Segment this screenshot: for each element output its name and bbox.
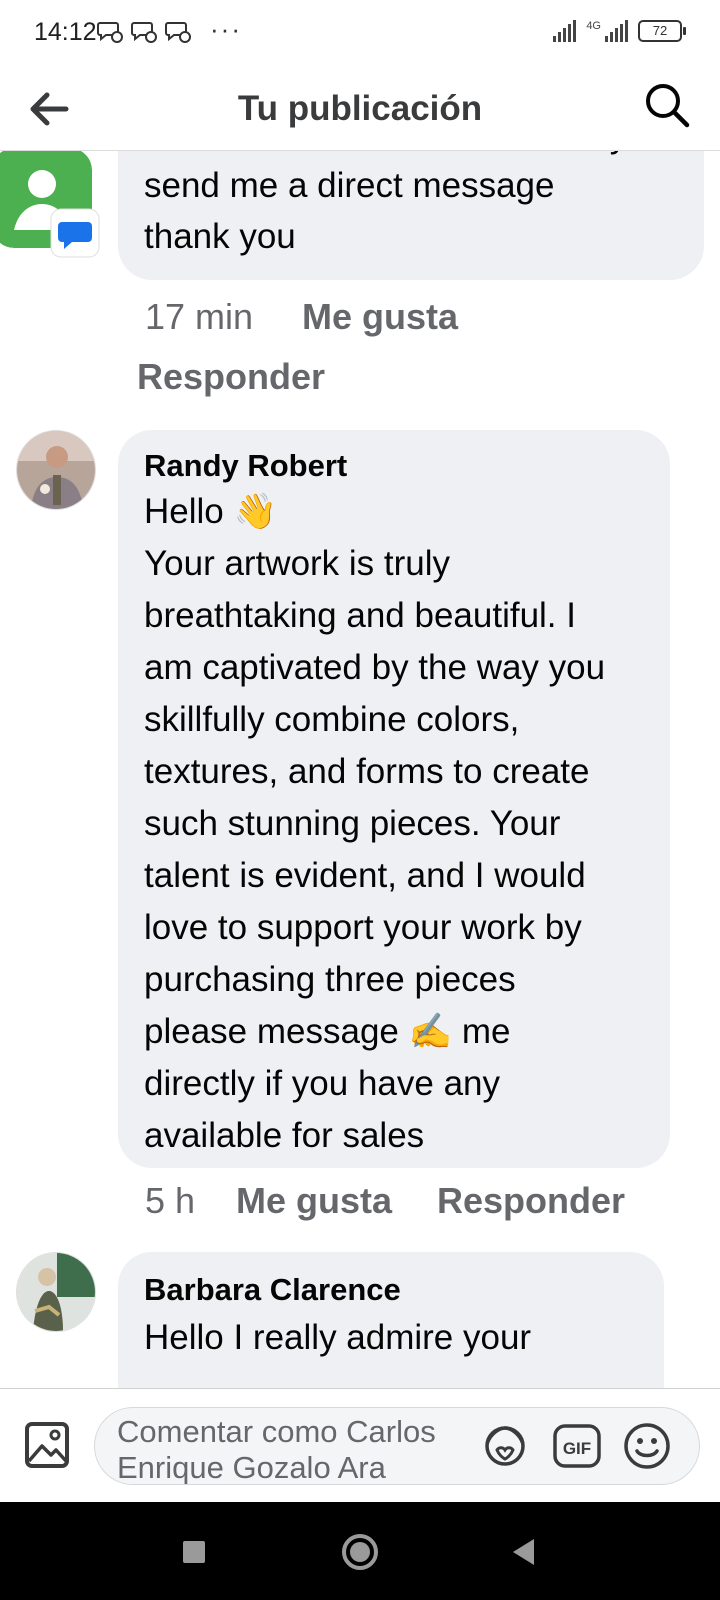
back-button-icon[interactable] xyxy=(502,1530,546,1574)
status-bar: 14:12 ··· 4G 72 xyxy=(0,0,720,68)
profile-photo xyxy=(17,1253,95,1331)
comment-time: 17 min xyxy=(145,296,254,337)
chat-notification-icon xyxy=(97,22,123,43)
comment-text-line: talent is evident, and I would xyxy=(144,856,586,895)
comment-text-line: love to support your work by xyxy=(144,908,582,947)
comment-text-line: available for sales xyxy=(144,1116,425,1155)
reply-button[interactable]: Responder xyxy=(437,1180,625,1222)
comment-text-line: Hello I really admire your xyxy=(144,1318,532,1357)
comments-list: if it's available for sales? Kindly send… xyxy=(0,150,720,1388)
comment-bubble[interactable]: Randy Robert Hello 👋 Your artwork is tru… xyxy=(118,430,670,1168)
profile-photo xyxy=(17,431,95,509)
comment-text-line: thank you xyxy=(144,217,296,256)
placeholder-line: Comentar como Carlos xyxy=(117,1414,436,1449)
photo-icon[interactable] xyxy=(22,1419,72,1471)
comment-text-line: textures, and forms to create xyxy=(144,752,590,791)
comment-author[interactable]: Barbara Clarence xyxy=(144,1270,401,1310)
comment-text-line: am captivated by the way you xyxy=(144,648,606,687)
status-time: 14:12 xyxy=(34,18,97,46)
comment-text-line: send me a direct message xyxy=(144,166,555,205)
battery-level: 72 xyxy=(652,23,668,38)
comment-text-line: purchasing three pieces xyxy=(144,960,516,999)
home-button-icon[interactable] xyxy=(338,1530,382,1574)
comment-text-line: breathtaking and beautiful. I xyxy=(144,596,576,635)
chat-notification-icon xyxy=(131,22,157,43)
avatar[interactable] xyxy=(16,430,96,510)
comment-text-line: Your artwork is truly xyxy=(144,544,451,583)
more-notifications-indicator: ··· xyxy=(210,14,242,44)
chat-notification-icon xyxy=(165,22,191,43)
page-title: Tu publicación xyxy=(237,89,483,128)
comment-text-line: directly if you have any xyxy=(144,1064,501,1103)
comment-body: Hello 👋 Your artwork is truly breathtaki… xyxy=(144,486,664,1162)
search-icon[interactable] xyxy=(640,78,694,132)
placeholder-line: Enrique Gozalo Ara xyxy=(117,1450,386,1485)
svg-text:GIF: GIF xyxy=(563,1439,591,1458)
comment-text-line: Hello 👋 xyxy=(144,492,278,531)
comment-composer: Comentar como Carlos Enrique Gozalo Ara … xyxy=(0,1388,720,1503)
battery-icon: 72 xyxy=(638,20,686,42)
reply-button[interactable]: Responder xyxy=(137,356,325,398)
avatar[interactable] xyxy=(16,1252,96,1332)
comment-bubble[interactable]: if it's available for sales? Kindly send… xyxy=(118,150,704,280)
like-button[interactable]: Me gusta xyxy=(302,296,458,338)
comment-text-line: such stunning pieces. Your xyxy=(144,804,561,843)
comment-text-line: please message ✍️ me xyxy=(144,1012,511,1051)
comment-placeholder: Comentar como Carlos Enrique Gozalo Ara xyxy=(117,1414,457,1485)
comment-bubble[interactable]: Barbara Clarence Hello I really admire y… xyxy=(118,1252,664,1388)
messages-badge-icon xyxy=(50,208,100,258)
signal-icon xyxy=(605,20,628,42)
gif-icon[interactable]: GIF xyxy=(551,1420,603,1472)
like-button[interactable]: Me gusta xyxy=(236,1180,392,1222)
comment-input[interactable]: Comentar como Carlos Enrique Gozalo Ara … xyxy=(94,1407,700,1485)
comment-time: 5 h xyxy=(145,1180,196,1221)
app-header: Tu publicación xyxy=(0,68,720,151)
emoji-icon[interactable] xyxy=(621,1420,673,1472)
comment-text-line: skillfully combine colors, xyxy=(144,700,520,739)
status-right: 4G 72 xyxy=(553,20,686,42)
network-type: 4G xyxy=(586,20,601,32)
avatar-sticker-icon[interactable] xyxy=(479,1420,531,1472)
signal-icon xyxy=(553,20,577,42)
recents-button-icon[interactable] xyxy=(172,1530,216,1574)
comment-author[interactable]: Randy Robert xyxy=(144,446,347,486)
system-nav-bar xyxy=(0,1502,720,1600)
